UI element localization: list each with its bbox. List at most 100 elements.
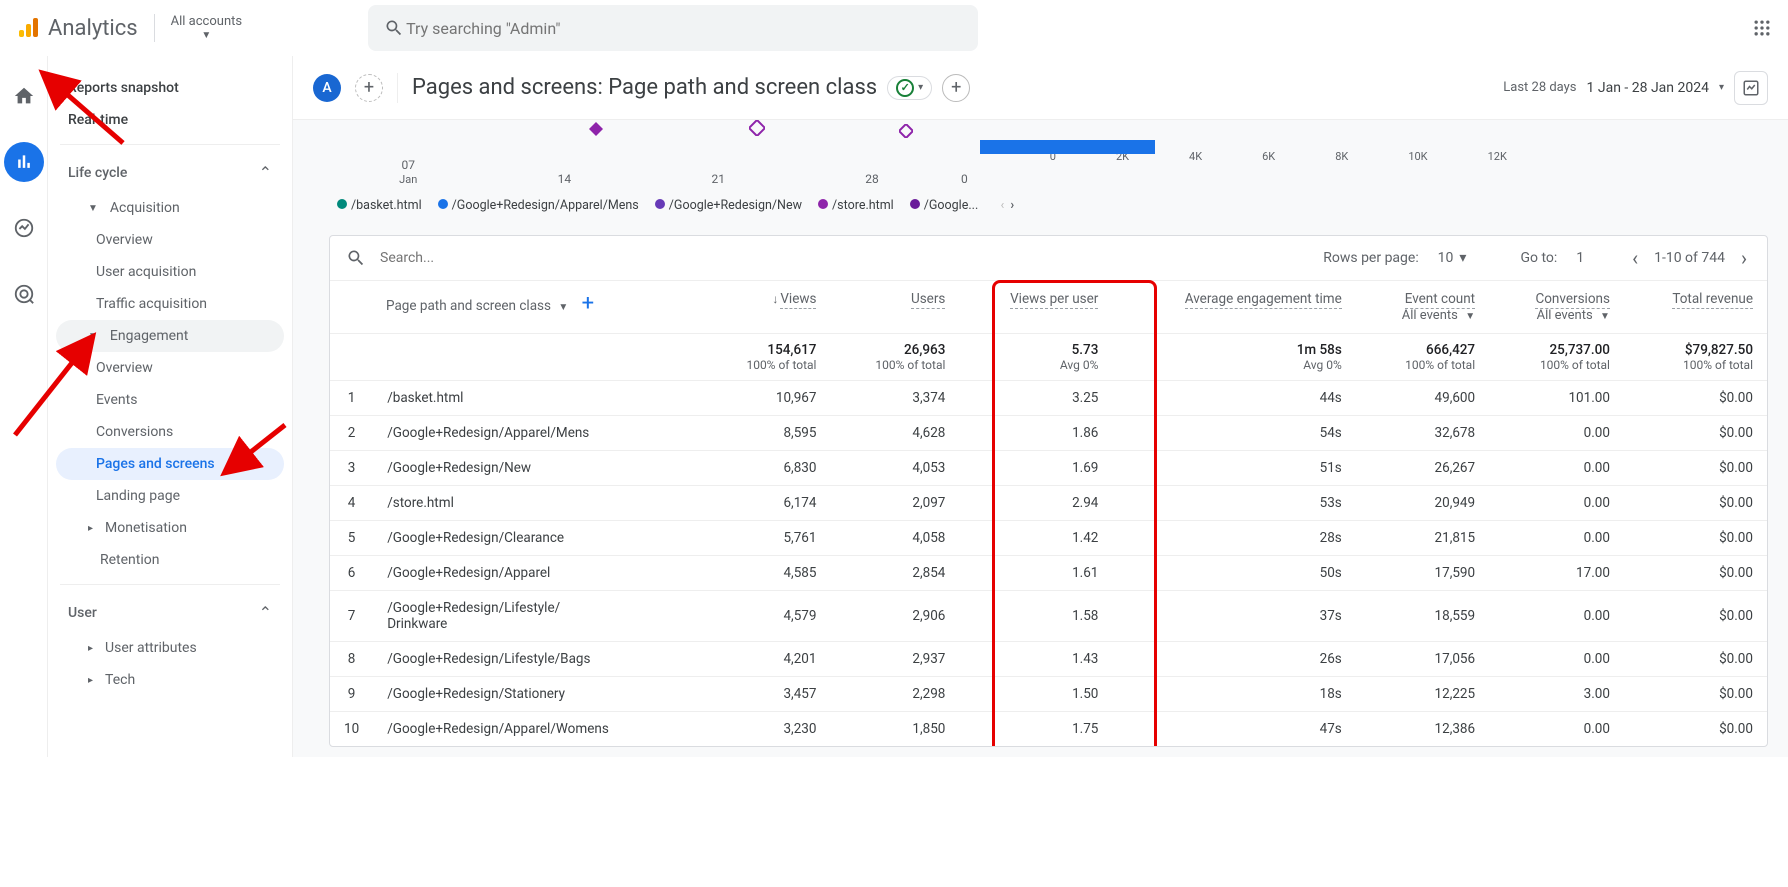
logo[interactable]: Analytics (16, 16, 138, 41)
table-row[interactable]: 7/Google+Redesign/Lifestyle/Drinkware4,5… (330, 591, 1767, 642)
status-badge[interactable]: ✓ ▾ (887, 76, 932, 100)
divider (154, 14, 155, 42)
add-comparison-button[interactable]: + (942, 74, 970, 102)
bar-tick: 10K (1408, 150, 1427, 163)
y-axis-zero: 0 (961, 172, 968, 186)
caret-right-icon: ▸ (88, 675, 93, 686)
data-marker-icon (749, 120, 765, 136)
product-name: Analytics (48, 16, 138, 41)
reports-icon[interactable] (4, 142, 44, 182)
bar-tick: 4K (1189, 150, 1202, 163)
x-tick: 14 (558, 172, 572, 186)
caret-right-icon: ▸ (88, 523, 93, 534)
legend-nav[interactable]: ‹ › (994, 198, 1014, 213)
sort-desc-icon: ↓ (772, 292, 778, 306)
analytics-icon (16, 16, 40, 40)
sidebar-landing-page[interactable]: Landing page (56, 480, 284, 512)
caret-right-icon: ▸ (88, 643, 93, 654)
table-row[interactable]: 2/Google+Redesign/Apparel/Mens8,5954,628… (330, 416, 1767, 451)
search-icon (346, 248, 366, 268)
chevron-down-icon: ▾ (1719, 82, 1724, 93)
sidebar-engagement[interactable]: ▼Engagement (56, 320, 284, 352)
insights-icon[interactable] (1734, 71, 1768, 105)
sidebar-user-attributes[interactable]: ▸User attributes (56, 632, 284, 664)
main: A + Pages and screens: Page path and scr… (293, 56, 1788, 757)
table-row[interactable]: 10/Google+Redesign/Apparel/Womens3,2301,… (330, 712, 1767, 747)
table-row[interactable]: 9/Google+Redesign/Stationery3,4572,2981.… (330, 677, 1767, 712)
bar-tick: 12K (1488, 150, 1507, 163)
sidebar-monetisation[interactable]: ▸Monetisation (56, 512, 284, 544)
add-segment-button[interactable]: + (355, 74, 383, 102)
col-users[interactable]: Users (830, 281, 959, 334)
table-row[interactable]: 6/Google+Redesign/Apparel4,5852,8541.615… (330, 556, 1767, 591)
col-events[interactable]: Event countAll events ▼ (1356, 281, 1489, 334)
legend-item[interactable]: /basket.html (337, 198, 422, 213)
top-header: Analytics All accounts ▼ (0, 0, 1788, 56)
chevron-down-icon: ▾ (918, 82, 923, 93)
col-conversions[interactable]: ConversionsAll events ▼ (1489, 281, 1624, 334)
bar-tick: 8K (1335, 150, 1348, 163)
col-revenue[interactable]: Total revenue (1624, 281, 1767, 334)
data-marker-icon (899, 124, 913, 138)
sidebar-user-acquisition[interactable]: User acquisition (56, 256, 284, 288)
caret-down-icon: ▼ (88, 203, 98, 214)
rows-per-page[interactable]: Rows per page: 10 ▾ (1323, 250, 1466, 266)
col-aet[interactable]: Average engagement time (1112, 281, 1355, 334)
col-dimension[interactable]: Page path and screen class ▼ + (330, 281, 702, 334)
go-to-page[interactable]: Go to: 1 (1520, 250, 1584, 266)
next-page-button[interactable]: › (1737, 246, 1751, 270)
chevron-down-icon: ▼ (1596, 311, 1610, 322)
chevron-down-icon: ▾ (1459, 250, 1466, 266)
bar-tick: 6K (1262, 150, 1275, 163)
sidebar-eng-overview[interactable]: Overview (56, 352, 284, 384)
search-input[interactable] (404, 18, 962, 39)
chevron-down-icon: ▼ (1461, 311, 1475, 322)
sidebar-events[interactable]: Events (56, 384, 284, 416)
table-row[interactable]: 4/store.html6,1742,0972.9453s20,9490.00$… (330, 486, 1767, 521)
chevron-down-icon: ▼ (554, 302, 568, 313)
sidebar-tech[interactable]: ▸Tech (56, 664, 284, 696)
sidebar-section-user[interactable]: User⌃ (56, 593, 284, 632)
sidebar-realtime[interactable]: Real-time (56, 104, 284, 136)
segment-avatar[interactable]: A (313, 74, 341, 102)
sidebar-section-lifecycle[interactable]: Life cycle⌃ (56, 153, 284, 192)
col-views[interactable]: ↓Views (702, 281, 831, 334)
data-table: Page path and screen class ▼ + ↓Views Us… (330, 281, 1767, 746)
sidebar-reports-snapshot[interactable]: Reports snapshot (56, 72, 284, 104)
table-row[interactable]: 1/basket.html10,9673,3743.2544s49,600101… (330, 381, 1767, 416)
chart-row: 07Jan142128 0 02K4K6K8K10K12K (329, 126, 1768, 186)
chevron-down-icon: ▼ (201, 30, 211, 41)
date-range-picker[interactable]: Last 28 days 1 Jan - 28 Jan 2024 ▾ (1503, 71, 1768, 105)
advertising-icon[interactable] (4, 274, 44, 314)
legend-item[interactable]: /Google+Redesign/New (655, 198, 802, 213)
explore-icon[interactable] (4, 208, 44, 248)
sidebar: Reports snapshot Real-time Life cycle⌃ ▼… (48, 56, 293, 757)
chart-legend: /basket.html/Google+Redesign/Apparel/Men… (329, 198, 1768, 213)
sidebar-conversions[interactable]: Conversions (56, 416, 284, 448)
prev-page-button[interactable]: ‹ (1628, 246, 1642, 270)
x-tick: 28 (865, 172, 879, 186)
col-vpu[interactable]: Views per user (959, 281, 1112, 334)
table-row[interactable]: 5/Google+Redesign/Clearance5,7614,0581.4… (330, 521, 1767, 556)
chevron-up-icon: ⌃ (259, 603, 272, 622)
sidebar-acq-overview[interactable]: Overview (56, 224, 284, 256)
bar (980, 140, 1155, 154)
sidebar-pages-screens[interactable]: Pages and screens (56, 448, 284, 480)
legend-item[interactable]: /Google+Redesign/Apparel/Mens (438, 198, 639, 213)
table-search-input[interactable] (378, 249, 578, 267)
sidebar-retention[interactable]: Retention (56, 544, 284, 576)
page-title: Pages and screens: Page path and screen … (412, 74, 970, 102)
global-search[interactable] (368, 5, 978, 51)
caret-down-icon: ▼ (88, 331, 98, 342)
home-icon[interactable] (4, 76, 44, 116)
legend-item[interactable]: /store.html (818, 198, 894, 213)
accounts-dropdown[interactable]: All accounts ▼ (171, 15, 242, 40)
sidebar-traffic-acquisition[interactable]: Traffic acquisition (56, 288, 284, 320)
add-dimension-button[interactable]: + (582, 291, 594, 316)
table-row[interactable]: 3/Google+Redesign/New6,8304,0531.6951s26… (330, 451, 1767, 486)
iconbar (0, 56, 48, 757)
sidebar-acquisition[interactable]: ▼Acquisition (56, 192, 284, 224)
legend-item[interactable]: /Google... (910, 198, 979, 213)
table-row[interactable]: 8/Google+Redesign/Lifestyle/Bags4,2012,9… (330, 642, 1767, 677)
apps-icon[interactable] (1752, 18, 1772, 38)
